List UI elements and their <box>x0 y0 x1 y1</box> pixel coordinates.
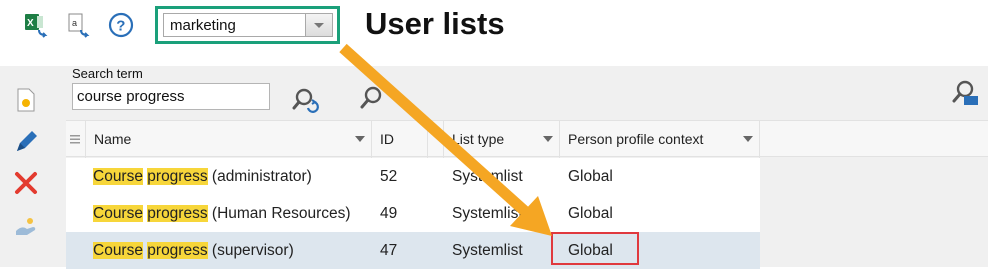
annotation-arrow <box>339 43 552 236</box>
